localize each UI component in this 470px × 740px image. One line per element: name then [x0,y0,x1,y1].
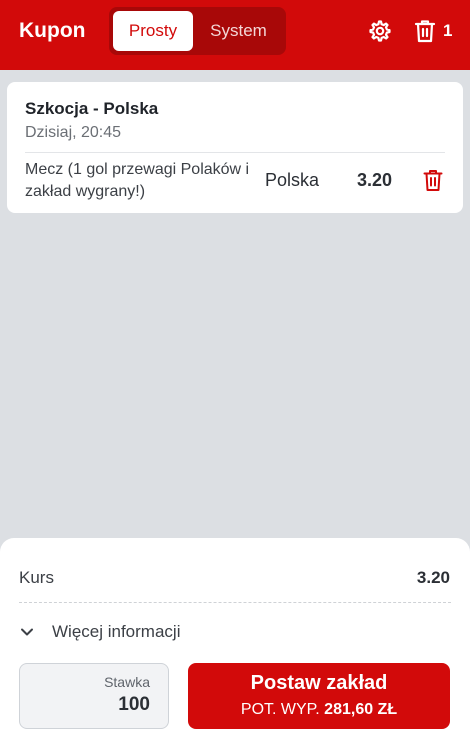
pick-name: Polska [265,170,320,190]
potential-win: POT. WYP. 281,60 ZŁ [188,701,450,719]
divider [25,152,445,153]
trash-icon[interactable] [423,169,443,192]
market-name: Mecz (1 gol przewagi Polaków i zakład wy… [25,161,250,200]
pick-odd: 3.20 [357,170,393,190]
bet-summary-panel: Kurs 3.20 Więcej informacji Stawka 100 P… [0,538,470,740]
trash-icon[interactable] [414,19,436,43]
chevron-down-icon [21,628,33,636]
bet-type-tabs: Prosty System [109,7,286,55]
tab-system[interactable]: System [195,11,282,51]
potential-win-value: 281,60 ZŁ [324,701,398,718]
match-name: Szkocja - Polska [25,99,159,118]
kurs-label: Kurs [19,568,54,587]
more-info-label: Więcej informacji [52,622,181,641]
more-info-toggle[interactable]: Więcej informacji [19,620,180,644]
bet-card: Szkocja - Polska Dzisiaj, 20:45 Mecz (1 … [7,82,463,213]
kurs-value: 3.20 [416,568,450,587]
potential-win-label: POT. WYP. [240,701,325,718]
selection-count: 1 [443,21,453,40]
divider [19,602,451,603]
gear-icon[interactable] [368,19,392,43]
header: Kupon Prosty System 1 [0,0,470,70]
match-datetime: Dzisiaj, 20:45 [25,124,122,141]
stake-label: Stawka [104,674,150,690]
stake-value[interactable]: 100 [118,694,150,716]
page-title: Kupon [19,19,86,42]
place-bet-label: Postaw zakład [250,672,388,694]
tab-prosty[interactable]: Prosty [113,11,193,51]
stake-input[interactable]: Stawka 100 [19,663,169,729]
place-bet-button[interactable]: Postaw zakład POT. WYP. 281,60 ZŁ [188,663,450,729]
